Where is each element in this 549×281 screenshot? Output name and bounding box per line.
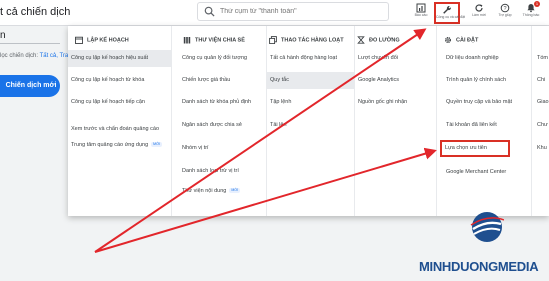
menu-item-cut-5[interactable]: Khu xyxy=(534,140,549,157)
campaign-filter[interactable]: lọc chiến dịch: Tất cả, Trang xyxy=(0,53,75,59)
menu-item-placement-exclusion-lists[interactable]: Danh sách loại trừ vị trí xyxy=(179,163,266,180)
help-button[interactable]: ? Trợ giúp xyxy=(492,2,518,24)
menu-column-cut: Tóm Chi Giao Chư Khu xyxy=(532,26,549,216)
tools-menu-panel: LẬP KẾ HOẠCH Công cụ lập kế hoạch hiệu s… xyxy=(68,26,549,216)
menu-column-bulk-actions: THAO TÁC HÀNG LOẠT Tất cả hành động hàng… xyxy=(267,26,355,216)
menu-item-preferences[interactable]: Lựa chọn ưu tiên xyxy=(440,140,510,157)
menu-item-all-bulk-actions[interactable]: Tất cả hành động hàng loạt xyxy=(267,50,354,67)
notifications-button[interactable]: 1 Thông báo xyxy=(518,1,544,24)
menu-column-planning: LẬP KẾ HOẠCH Công cụ lập kế hoạch hiệu s… xyxy=(68,26,172,216)
menu-item-performance-planner[interactable]: Công cụ lập kế hoạch hiệu suất xyxy=(68,50,171,67)
menu-item-attribution[interactable]: Nguồn gốc ghi nhận xyxy=(355,94,436,111)
help-label: Trợ giúp xyxy=(498,13,512,17)
field-underline xyxy=(0,43,60,44)
menu-item-conversions[interactable]: Lượt chuyển đổi xyxy=(355,50,436,67)
menu-item-business-data[interactable]: Dữ liệu doanh nghiệp xyxy=(443,50,537,67)
menu-item-shared-budgets[interactable]: Ngân sách được chia sẻ xyxy=(179,117,266,134)
notifications-label: Thông báo xyxy=(522,13,540,17)
menu-item-cut-3[interactable]: Giao xyxy=(534,94,549,111)
menu-item-cut-4[interactable]: Chư xyxy=(534,117,549,134)
wrench-icon xyxy=(443,6,451,14)
menu-item-policy-manager[interactable]: Trình quản lý chính sách xyxy=(443,72,537,89)
new-badge: MỚI xyxy=(229,188,241,194)
copy-icon xyxy=(269,36,277,44)
menu-heading-measurement: ĐO LƯỜNG xyxy=(357,36,400,48)
brand-name: MINHDUONGMEDIA xyxy=(419,259,539,274)
menu-column-shared-library: THƯ VIỆN CHIA SẺ Công cụ quản lý đối tượ… xyxy=(179,26,267,216)
menu-heading-bulk-actions: THAO TÁC HÀNG LOẠT xyxy=(269,36,344,48)
globe-swoosh-logo xyxy=(470,212,504,242)
menu-item-google-merchant-center[interactable]: Google Merchant Center xyxy=(443,164,537,181)
campaign-field[interactable]: n xyxy=(0,30,6,41)
search-box[interactable] xyxy=(197,2,389,21)
menu-item-linked-accounts[interactable]: Tài khoản đã liên kết xyxy=(443,117,537,134)
menu-item-access-and-security[interactable]: Quyền truy cập và bảo mật xyxy=(443,94,537,111)
refresh-label: Làm mới xyxy=(472,13,486,17)
new-campaign-button[interactable]: Chiến dịch mới xyxy=(0,75,60,97)
help-icon: ? xyxy=(500,3,510,13)
calendar-icon xyxy=(75,36,83,44)
menu-item-audience-manager[interactable]: Công cụ quản lý đối tượng xyxy=(179,50,266,67)
menu-item-google-analytics[interactable]: Google Analytics xyxy=(355,72,436,89)
new-badge: MỚI xyxy=(151,142,163,148)
menu-item-cut-1[interactable]: Tóm xyxy=(534,50,549,67)
tools-label: Công cụ và cài đặt xyxy=(436,15,465,19)
menu-item-negative-keyword-lists[interactable]: Danh sách từ khóa phủ định xyxy=(179,94,266,111)
menu-item-cut-2[interactable]: Chi xyxy=(534,72,549,89)
refresh-icon xyxy=(475,4,483,12)
reports-button[interactable]: Báo cáo xyxy=(408,2,434,24)
svg-text:?: ? xyxy=(503,6,506,12)
menu-column-measurement: ĐO LƯỜNG Lượt chuyển đổi Google Analytic… xyxy=(355,26,437,216)
search-icon xyxy=(204,6,215,17)
menu-item-bid-strategies[interactable]: Chiến lược giá thầu xyxy=(179,72,266,89)
top-bar: t cả chiến dịch Báo cáo Công cụ và cài đ… xyxy=(0,0,549,26)
menu-heading-planning: LẬP KẾ HOẠCH xyxy=(75,36,129,48)
menu-item-app-advertising-hub[interactable]: Trung tâm quảng cáo ứng dụng MỚI xyxy=(68,137,171,154)
menu-item-rules[interactable]: Quy tắc xyxy=(267,72,354,89)
reports-icon xyxy=(416,3,426,13)
menu-item-uploads[interactable]: Tải lên xyxy=(267,117,354,134)
search-input[interactable] xyxy=(220,5,380,18)
hourglass-icon xyxy=(357,36,365,44)
menu-item-asset-library[interactable]: Thư viện nội dung MỚI xyxy=(179,183,266,200)
menu-heading-shared-library: THƯ VIỆN CHIA SẺ xyxy=(183,36,245,48)
menu-item-scripts[interactable]: Tập lệnh xyxy=(267,94,354,111)
page-title: t cả chiến dịch xyxy=(0,6,71,18)
menu-item-ad-preview[interactable]: Xem trước và chẩn đoán quảng cáo xyxy=(68,121,171,138)
menu-item-keyword-planner[interactable]: Công cụ lập kế hoạch từ khóa xyxy=(68,72,171,89)
menu-item-location-groups[interactable]: Nhóm vị trí xyxy=(179,140,266,157)
settings-icon xyxy=(444,36,452,44)
menu-item-reach-planner[interactable]: Công cụ lập kế hoạch tiếp cận xyxy=(68,94,171,111)
filter-prefix: lọc chiến dịch: xyxy=(0,53,40,59)
reports-label: Báo cáo xyxy=(414,13,428,17)
library-icon xyxy=(183,36,191,44)
refresh-button[interactable]: Làm mới xyxy=(466,2,492,24)
notification-badge: 1 xyxy=(534,1,540,7)
menu-heading-settings: CÀI ĐẶT xyxy=(444,36,478,48)
tools-and-settings-button[interactable]: Công cụ và cài đặt xyxy=(434,2,465,24)
menu-column-settings: CÀI ĐẶT Dữ liệu doanh nghiệp Trình quản … xyxy=(437,26,532,216)
